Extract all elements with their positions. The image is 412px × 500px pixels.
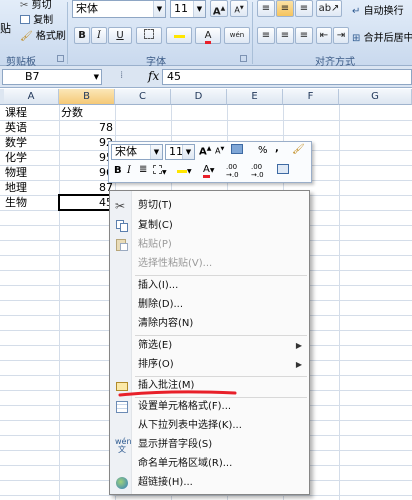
annotation-red-underline bbox=[118, 390, 237, 397]
